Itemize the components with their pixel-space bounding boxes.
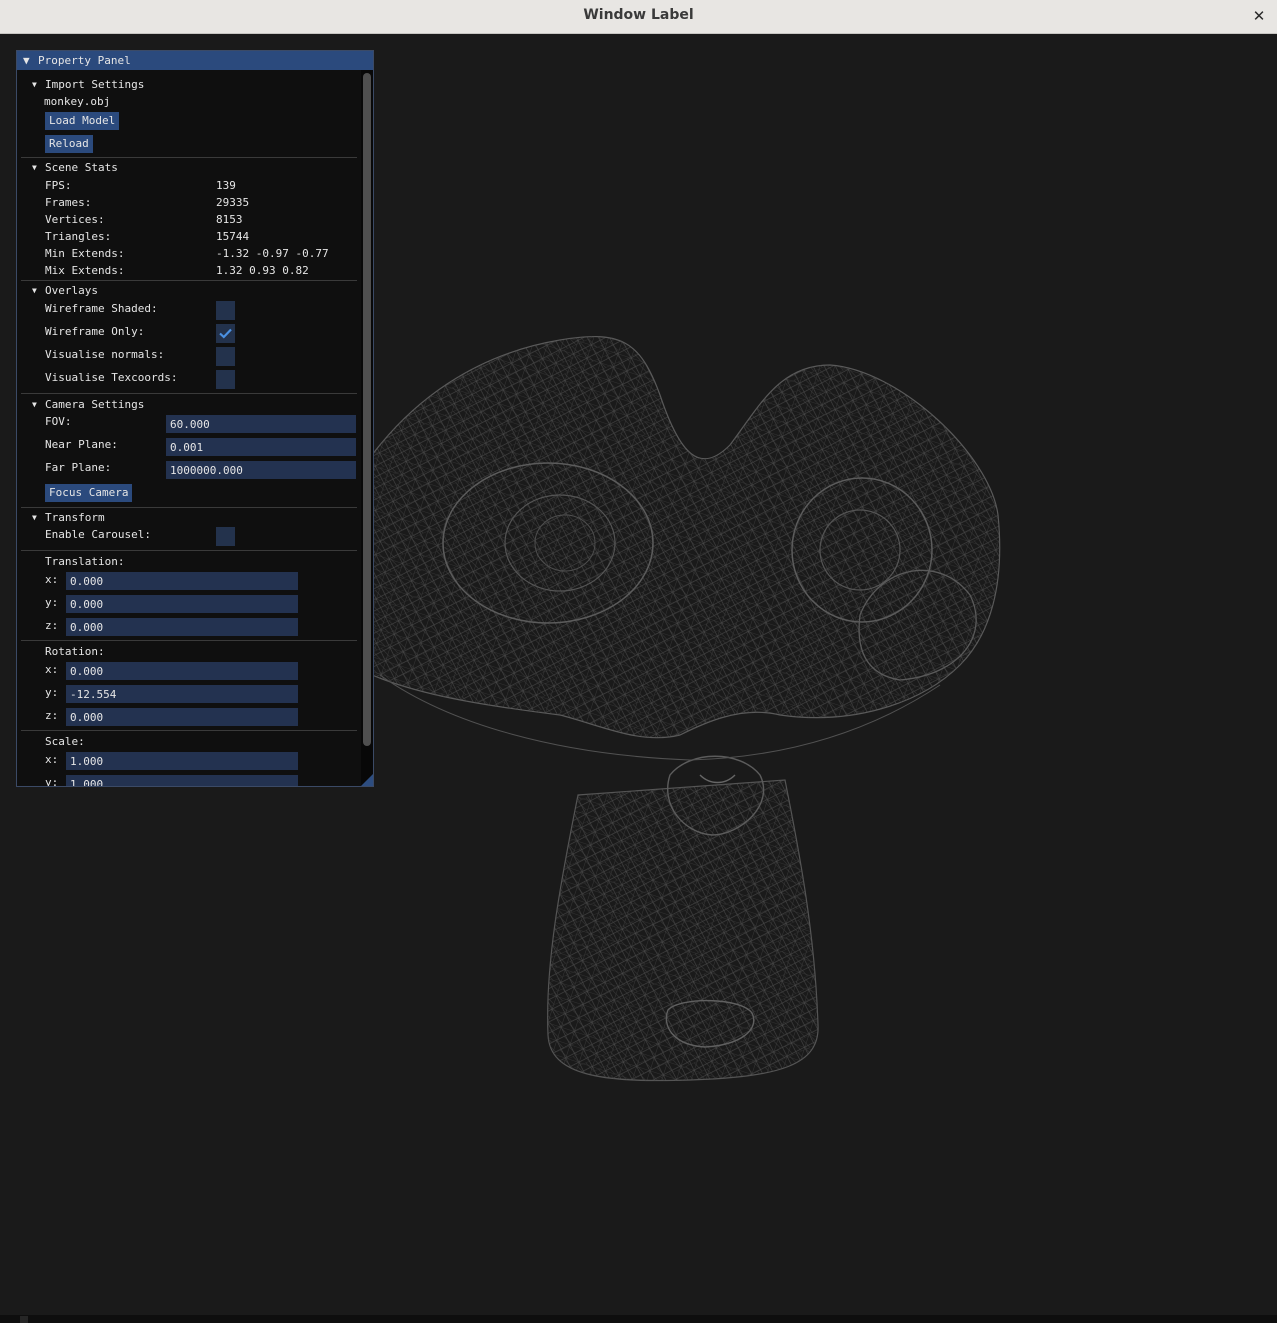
fov-input[interactable]: 60.000	[166, 415, 356, 433]
overlays-header[interactable]: Overlays	[45, 284, 98, 297]
panel-scrollbar[interactable]	[361, 70, 373, 786]
far-plane-label: Far Plane:	[45, 461, 112, 474]
stat-value: 139	[216, 179, 236, 192]
panel-title: Property Panel	[38, 54, 131, 67]
stat-label: FPS:	[45, 179, 72, 192]
axis-label: z:	[45, 709, 59, 722]
translation-z-input[interactable]: 0.000	[66, 618, 298, 636]
bottom-bar-knob	[20, 1316, 28, 1323]
translation-label: Translation:	[45, 555, 125, 568]
axis-label: x:	[45, 663, 59, 676]
scale-label: Scale:	[45, 735, 85, 748]
camera-settings-header[interactable]: Camera Settings	[45, 398, 144, 411]
axis-label: y:	[45, 776, 59, 787]
wireframe-only-checkbox[interactable]	[216, 324, 235, 343]
reload-button[interactable]: Reload	[45, 135, 93, 153]
camera-collapse-icon[interactable]: ▼	[32, 400, 37, 409]
scale-y-input[interactable]: 1.000	[66, 775, 298, 786]
overlay-label: Wireframe Only:	[45, 325, 145, 338]
stat-value: 8153	[216, 213, 243, 226]
load-model-button[interactable]: Load Model	[45, 112, 120, 130]
axis-label: z:	[45, 619, 59, 632]
separator	[21, 157, 357, 158]
wireframe-shaded-checkbox[interactable]	[216, 301, 235, 320]
separator	[21, 280, 357, 281]
stat-value: 1.32 0.93 0.82	[216, 264, 309, 277]
overlay-label: Wireframe Shaded:	[45, 302, 158, 315]
resize-grip-icon[interactable]	[361, 774, 373, 786]
transform-header[interactable]: Transform	[45, 511, 105, 524]
rotation-z-input[interactable]: 0.000	[66, 708, 298, 726]
stats-collapse-icon[interactable]: ▼	[32, 163, 37, 172]
stat-value: 15744	[216, 230, 250, 243]
transform-collapse-icon[interactable]: ▼	[32, 513, 37, 522]
stat-label: Vertices:	[45, 213, 105, 226]
import-filename: monkey.obj	[44, 95, 111, 108]
separator	[21, 393, 357, 394]
separator	[21, 550, 357, 551]
import-settings-header[interactable]: Import Settings	[45, 78, 144, 91]
axis-label: x:	[45, 573, 59, 586]
property-panel[interactable]: ▼ Property Panel ▼ Import Settings monke…	[16, 50, 374, 787]
separator	[21, 507, 357, 508]
bottom-bar	[0, 1315, 1277, 1323]
stat-label: Frames:	[45, 196, 92, 209]
scale-x-input[interactable]: 1.000	[66, 752, 298, 770]
scrollbar-thumb[interactable]	[363, 73, 371, 746]
overlays-collapse-icon[interactable]: ▼	[32, 286, 37, 295]
window-titlebar: Window Label ✕	[0, 0, 1277, 34]
fov-label: FOV:	[45, 415, 72, 428]
stat-label: Triangles:	[45, 230, 112, 243]
near-plane-input[interactable]: 0.001	[166, 438, 356, 456]
overlay-label: Visualise normals:	[45, 348, 165, 361]
near-plane-label: Near Plane:	[45, 438, 118, 451]
separator	[21, 730, 357, 731]
carousel-label: Enable Carousel:	[45, 528, 151, 541]
visualise-normals-checkbox[interactable]	[216, 347, 235, 366]
visualise-texcoords-checkbox[interactable]	[216, 370, 235, 389]
axis-label: x:	[45, 753, 59, 766]
separator	[21, 640, 357, 641]
stat-value: 29335	[216, 196, 250, 209]
checkmark-icon	[219, 328, 232, 339]
panel-title-bar[interactable]: ▼ Property Panel	[17, 51, 373, 70]
overlay-label: Visualise Texcoords:	[45, 371, 178, 384]
window-title: Window Label	[583, 7, 694, 23]
focus-camera-button[interactable]: Focus Camera	[45, 484, 133, 502]
enable-carousel-checkbox[interactable]	[216, 527, 235, 546]
close-icon[interactable]: ✕	[1249, 5, 1269, 27]
stat-value: -1.32 -0.97 -0.77	[216, 247, 329, 260]
translation-y-input[interactable]: 0.000	[66, 595, 298, 613]
stat-label: Min Extends:	[45, 247, 125, 260]
rotation-y-input[interactable]: -12.554	[66, 685, 298, 703]
translation-x-input[interactable]: 0.000	[66, 572, 298, 590]
collapse-arrow-icon[interactable]: ▼	[23, 54, 30, 67]
far-plane-input[interactable]: 1000000.000	[166, 461, 356, 479]
rotation-label: Rotation:	[45, 645, 105, 658]
axis-label: y:	[45, 596, 59, 609]
scene-stats-header[interactable]: Scene Stats	[45, 161, 118, 174]
stat-label: Mix Extends:	[45, 264, 125, 277]
rotation-x-input[interactable]: 0.000	[66, 662, 298, 680]
axis-label: y:	[45, 686, 59, 699]
import-collapse-icon[interactable]: ▼	[32, 80, 37, 89]
